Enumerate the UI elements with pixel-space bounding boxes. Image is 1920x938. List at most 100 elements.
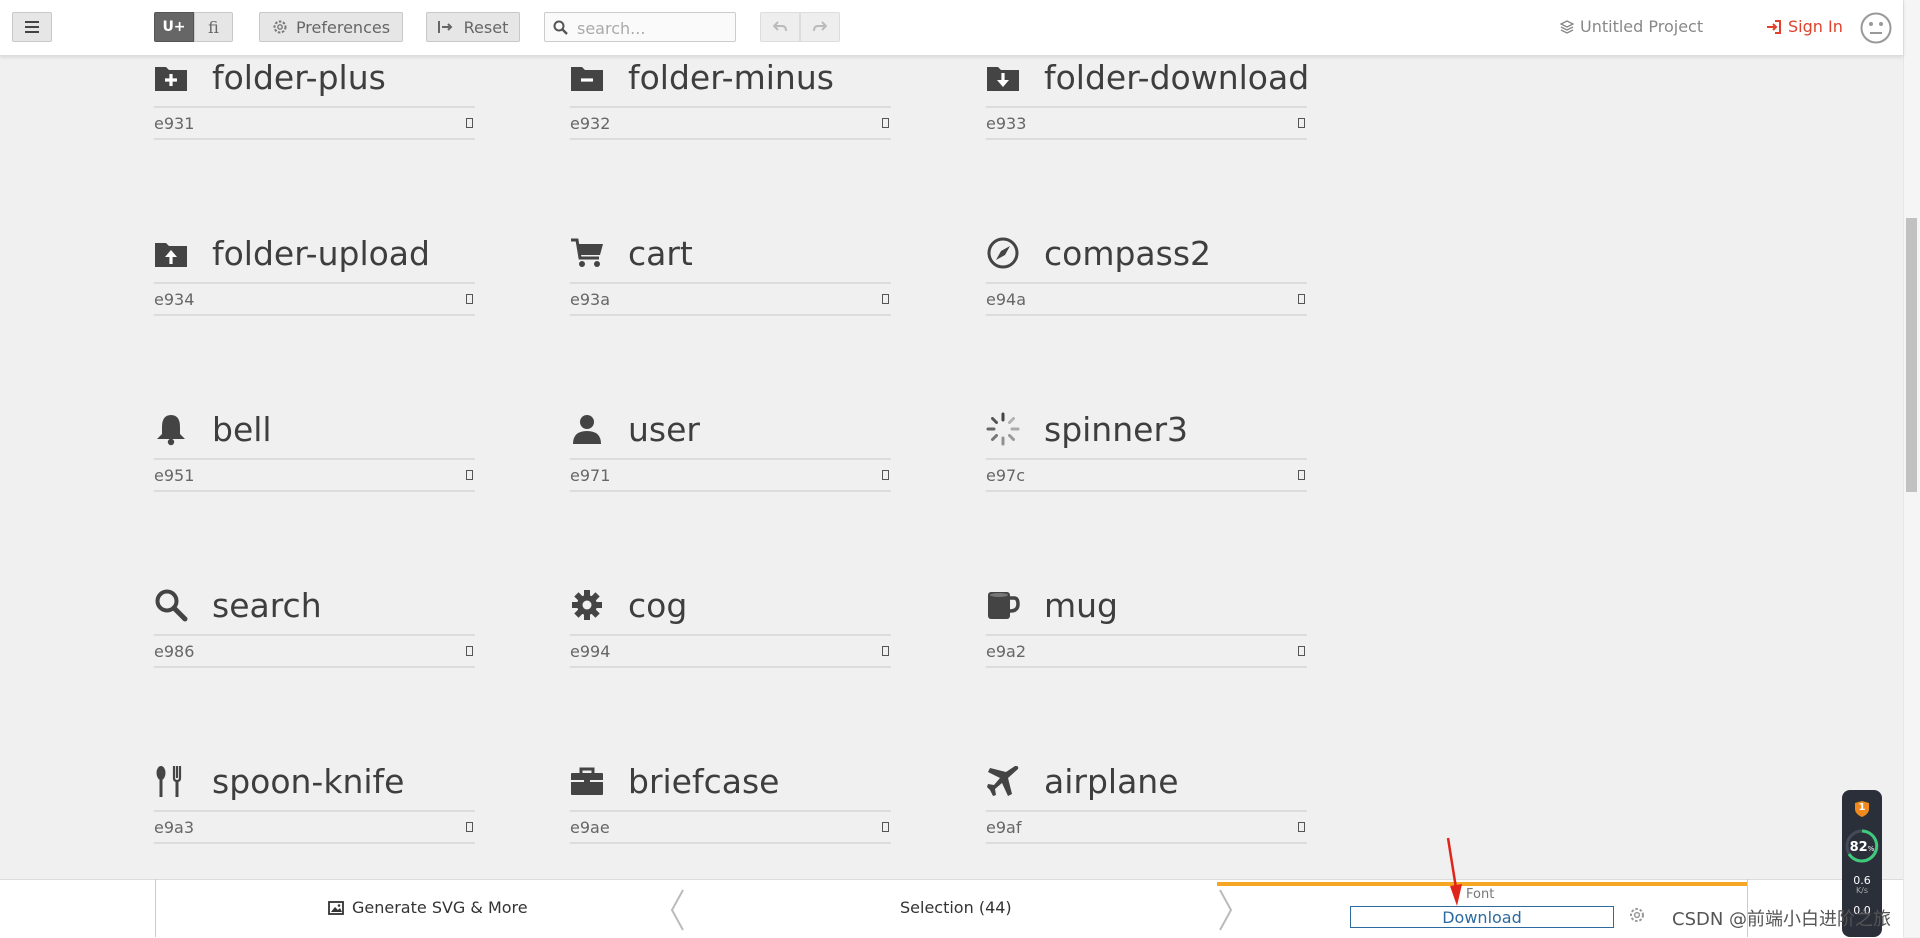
glyph-cell[interactable]: folder-minus e932: [570, 56, 891, 146]
glyph-code[interactable]: e9a2: [986, 642, 1026, 661]
bottom-bar-divider: [155, 879, 156, 937]
sign-in-link[interactable]: Sign In: [1766, 17, 1843, 36]
glyph-cell[interactable]: compass2 e94a: [986, 232, 1307, 322]
glyph-code[interactable]: e994: [570, 642, 610, 661]
menu-button[interactable]: [12, 12, 52, 42]
glyph-code[interactable]: e9af: [986, 818, 1021, 837]
top-toolbar: U+ fi Preferences Reset Untitled Project…: [0, 0, 1903, 56]
mug-icon: [988, 592, 1020, 619]
glyph-cell[interactable]: user e971: [570, 408, 891, 498]
divider: [986, 634, 1307, 636]
glyph-code[interactable]: e97c: [986, 466, 1025, 485]
glyph-name[interactable]: folder-plus: [212, 56, 386, 100]
glyph-name[interactable]: bell: [212, 408, 272, 452]
search-field[interactable]: [544, 12, 736, 42]
generate-label: Generate SVG & More: [352, 898, 528, 917]
glyph-code[interactable]: e933: [986, 114, 1026, 133]
layers-icon: [1560, 19, 1574, 34]
glyph-code[interactable]: e932: [570, 114, 610, 133]
glyph-code[interactable]: e93a: [570, 290, 610, 309]
divider: [570, 810, 891, 812]
glyph-name[interactable]: spoon-knife: [212, 760, 404, 804]
glyph-cell[interactable]: briefcase e9ae: [570, 760, 891, 850]
glyph-cell[interactable]: folder-upload e934: [154, 232, 475, 322]
glyph-code[interactable]: e931: [154, 114, 194, 133]
glyph-name[interactable]: folder-download: [1044, 56, 1309, 100]
glyph-name[interactable]: spinner3: [1044, 408, 1188, 452]
net-unit: K/s: [1855, 886, 1869, 895]
glyph-cell[interactable]: spinner3 e97c: [986, 408, 1307, 498]
glyph-preview-box: [1298, 118, 1305, 128]
reset-button[interactable]: Reset: [426, 12, 520, 42]
spoon-knife-icon: [156, 766, 182, 797]
reset-icon: [437, 21, 453, 33]
glyph-cell[interactable]: search e986: [154, 584, 475, 674]
glyph-code[interactable]: e94a: [986, 290, 1026, 309]
glyph-name[interactable]: briefcase: [628, 760, 779, 804]
divider: [154, 314, 475, 316]
glyph-cell[interactable]: bell e951: [154, 408, 475, 498]
glyph-preview-box: [882, 470, 889, 480]
divider: [986, 666, 1307, 668]
badge-count: 1: [1858, 802, 1866, 813]
font-tab-active-indicator: [1217, 882, 1748, 886]
selection-tab[interactable]: Selection (44): [900, 898, 1012, 917]
cpu-unit: %: [1867, 845, 1875, 853]
spinner-icon: [986, 412, 1020, 446]
glyph-preview-box: [1298, 822, 1305, 832]
avatar[interactable]: [1860, 12, 1892, 48]
glyph-name[interactable]: folder-upload: [212, 232, 430, 276]
chevron-left-icon: [670, 889, 684, 931]
redo-button[interactable]: [800, 12, 840, 42]
glyph-code[interactable]: e934: [154, 290, 194, 309]
glyph-cell[interactable]: mug e9a2: [986, 584, 1307, 674]
glyph-name[interactable]: compass2: [1044, 232, 1211, 276]
download-button[interactable]: Download: [1350, 906, 1614, 928]
glyph-name[interactable]: folder-minus: [628, 56, 834, 100]
glyph-cell[interactable]: airplane e9af: [986, 760, 1307, 850]
sign-in-icon: [1767, 19, 1781, 34]
divider: [986, 842, 1307, 844]
font-settings-gear-icon[interactable]: [1628, 906, 1646, 924]
glyph-name[interactable]: cart: [628, 232, 693, 276]
reset-label: Reset: [463, 17, 509, 37]
divider: [986, 810, 1307, 812]
divider: [154, 634, 475, 636]
glyph-cell[interactable]: cart e93a: [570, 232, 891, 322]
glyph-cell[interactable]: folder-plus e931: [154, 56, 475, 146]
glyph-code[interactable]: e9ae: [570, 818, 610, 837]
glyph-code[interactable]: e9a3: [154, 818, 194, 837]
hamburger-icon: [25, 21, 39, 33]
airplane-icon: [987, 766, 1019, 796]
glyph-cell[interactable]: folder-download e933: [986, 56, 1309, 146]
search-input[interactable]: [575, 16, 729, 40]
glyph-name[interactable]: airplane: [1044, 760, 1179, 804]
glyph-name[interactable]: user: [628, 408, 700, 452]
preferences-label: Preferences: [295, 17, 391, 37]
unicode-toggle-button[interactable]: U+: [154, 12, 194, 42]
glyph-code[interactable]: e971: [570, 466, 610, 485]
chevron-right-icon: [1219, 889, 1233, 931]
glyph-name[interactable]: search: [212, 584, 322, 628]
undo-button[interactable]: [760, 12, 800, 42]
glyph-preview-box: [466, 294, 473, 304]
cart-icon: [571, 238, 603, 267]
scrollbar-thumb[interactable]: [1906, 218, 1917, 492]
glyph-cell[interactable]: cog e994: [570, 584, 891, 674]
divider: [154, 810, 475, 812]
folder-minus-icon: [571, 67, 603, 91]
ligature-toggle-button[interactable]: fi: [194, 12, 233, 42]
folder-download-icon: [987, 67, 1019, 91]
watermark-text: CSDN @前端小白进阶之旅: [1672, 909, 1892, 930]
glyph-preview-box: [882, 822, 889, 832]
glyph-name[interactable]: mug: [1044, 584, 1118, 628]
generate-svg-tab[interactable]: Generate SVG & More: [328, 898, 528, 917]
glyph-code[interactable]: e986: [154, 642, 194, 661]
preferences-button[interactable]: Preferences: [259, 12, 403, 42]
project-selector[interactable]: Untitled Project: [1560, 17, 1703, 36]
glyph-code[interactable]: e951: [154, 466, 194, 485]
user-icon: [573, 415, 601, 444]
search-icon: [553, 20, 568, 35]
glyph-name[interactable]: cog: [628, 584, 687, 628]
glyph-cell[interactable]: spoon-knife e9a3: [154, 760, 475, 850]
